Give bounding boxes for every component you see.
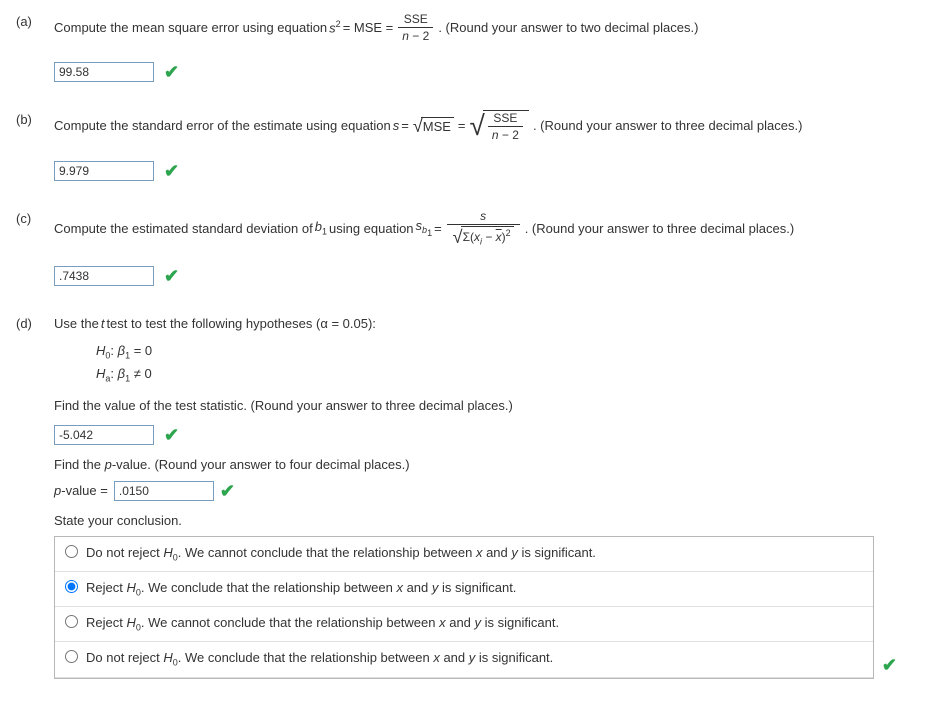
check-icon: ✔: [882, 656, 897, 674]
text: . (Round your answer to two decimal plac…: [438, 18, 698, 38]
eq: =: [434, 219, 442, 239]
text: Use the: [54, 314, 99, 334]
part-d: (d) Use the t test to test the following…: [16, 314, 920, 679]
b1: b1: [315, 217, 327, 239]
numerator: SSE: [400, 12, 432, 27]
pvalue-input[interactable]: [114, 481, 214, 501]
pvalue-label: p-value =: [54, 481, 108, 501]
part-a-input[interactable]: [54, 62, 154, 82]
t: t: [101, 314, 105, 334]
part-a: (a) Compute the mean square error using …: [16, 12, 920, 82]
check-icon: ✔: [164, 63, 179, 81]
under-radical: Σ(xi − x)2: [461, 226, 514, 248]
part-c-input[interactable]: [54, 266, 154, 286]
sb1: sb1: [416, 216, 433, 241]
part-c-label: (c): [16, 209, 44, 229]
numerator: s: [476, 209, 490, 224]
option-2-label[interactable]: Reject H0. We conclude that the relation…: [86, 578, 863, 600]
check-icon: ✔: [164, 267, 179, 285]
text: . (Round your answer to three decimal pl…: [525, 219, 795, 239]
part-a-prompt: Compute the mean square error using equa…: [54, 12, 698, 44]
text: Compute the estimated standard deviation…: [54, 219, 313, 239]
text: using equation: [329, 219, 414, 239]
part-b-input[interactable]: [54, 161, 154, 181]
part-c: (c) Compute the estimated standard devia…: [16, 209, 920, 286]
hypotheses: H0: β1 = 0 Ha: β1 ≠ 0: [96, 341, 920, 385]
eq: =: [401, 116, 409, 136]
find-stat-prompt: Find the value of the test statistic. (R…: [54, 396, 920, 416]
conclusion-option-2[interactable]: Reject H0. We conclude that the relation…: [55, 572, 873, 607]
text: test to test the following hypotheses (α…: [106, 314, 375, 334]
conclusion-radio-group: Do not reject H0. We cannot conclude tha…: [54, 536, 874, 678]
radio-2[interactable]: [65, 580, 78, 593]
sqrt-mse: √ MSE: [413, 117, 454, 136]
check-icon: ✔: [220, 482, 235, 500]
option-1-label[interactable]: Do not reject H0. We cannot conclude tha…: [86, 543, 863, 565]
text: Compute the mean square error using equa…: [54, 18, 327, 38]
part-a-label: (a): [16, 12, 44, 32]
find-pvalue-prompt: Find the p-value. (Round your answer to …: [54, 455, 920, 475]
conclusion-option-4[interactable]: Do not reject H0. We conclude that the r…: [55, 642, 873, 677]
option-3-label[interactable]: Reject H0. We cannot conclude that the r…: [86, 613, 863, 635]
text: . (Round your answer to three decimal pl…: [533, 116, 803, 136]
denominator: √ Σ(xi − x)2: [447, 224, 520, 248]
fraction: s √ Σ(xi − x)2: [447, 209, 520, 248]
denominator: n − 2: [488, 126, 523, 142]
conclusion-option-1[interactable]: Do not reject H0. We cannot conclude tha…: [55, 537, 873, 572]
part-b-prompt: Compute the standard error of the estima…: [54, 110, 802, 143]
h0: H0: β1 = 0: [96, 341, 920, 363]
denominator: n − 2: [398, 27, 433, 43]
check-icon: ✔: [164, 162, 179, 180]
conclusion-option-3[interactable]: Reject H0. We cannot conclude that the r…: [55, 607, 873, 642]
eq: =: [458, 116, 466, 136]
check-icon: ✔: [164, 426, 179, 444]
part-d-prompt: Use the t test to test the following hyp…: [54, 314, 376, 334]
part-c-prompt: Compute the estimated standard deviation…: [54, 209, 794, 248]
eq-mid: = MSE =: [343, 18, 394, 38]
conclusion-prompt: State your conclusion.: [54, 511, 920, 531]
numerator: SSE: [489, 111, 521, 126]
part-b-label: (b): [16, 110, 44, 130]
part-d-label: (d): [16, 314, 44, 334]
test-statistic-input[interactable]: [54, 425, 154, 445]
ha: Ha: β1 ≠ 0: [96, 364, 920, 386]
radio-3[interactable]: [65, 615, 78, 628]
fraction: SSE n − 2: [488, 111, 523, 143]
radio-4[interactable]: [65, 650, 78, 663]
under-radical: SSE n − 2: [483, 110, 529, 143]
radio-1[interactable]: [65, 545, 78, 558]
eq-lhs: s2: [329, 18, 341, 38]
sqrt-frac: √ SSE n − 2: [470, 110, 529, 143]
option-4-label[interactable]: Do not reject H0. We conclude that the r…: [86, 648, 863, 670]
part-b: (b) Compute the standard error of the es…: [16, 110, 920, 181]
under-radical: MSE: [421, 117, 454, 136]
fraction: SSE n − 2: [398, 12, 433, 44]
var-s: s: [393, 116, 400, 136]
text: Compute the standard error of the estima…: [54, 116, 391, 136]
